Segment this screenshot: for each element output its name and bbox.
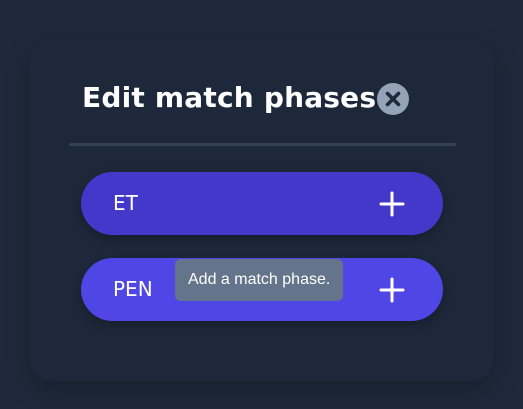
tooltip: Add a match phase. [175, 259, 344, 301]
phase-label: PEN [113, 277, 153, 301]
close-icon [385, 91, 401, 107]
close-button[interactable] [377, 83, 409, 115]
edit-phases-dialog: Edit match phases ET PEN [30, 38, 494, 381]
divider [69, 143, 456, 146]
plus-icon[interactable] [379, 191, 405, 217]
page: Edit match phases ET PEN Add a match pha… [0, 0, 523, 409]
phase-label: ET [113, 191, 138, 215]
plus-icon[interactable] [379, 277, 405, 303]
dialog-title: Edit match phases [82, 81, 377, 114]
phase-button-et[interactable]: ET [81, 172, 443, 235]
